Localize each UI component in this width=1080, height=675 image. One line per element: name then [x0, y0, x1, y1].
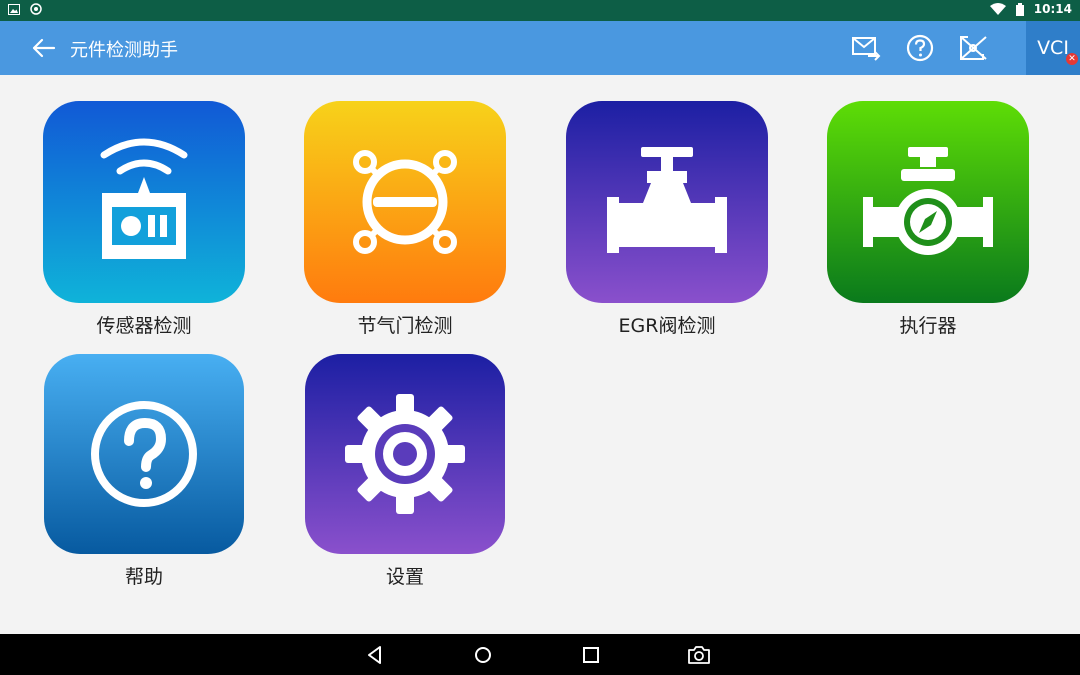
- tile-egr-valve[interactable]: EGR阀检测: [566, 101, 768, 338]
- tile-help[interactable]: 帮助: [43, 354, 245, 589]
- tile-throttle[interactable]: 节气门检测: [304, 101, 506, 338]
- help-icon: [44, 354, 244, 554]
- status-bar: 10:14: [0, 0, 1080, 21]
- page-title: 元件检测助手: [70, 40, 178, 61]
- back-arrow-icon[interactable]: [28, 33, 58, 63]
- valve-icon: [566, 101, 768, 303]
- nav-home-icon[interactable]: [471, 643, 495, 667]
- screenshot-icon[interactable]: [687, 643, 711, 667]
- tile-grid: 传感器检测 节气门检测 EGR阀检测 执行器 帮助 设置: [0, 75, 1080, 635]
- tile-label: 执行器: [899, 315, 957, 337]
- nav-back-icon[interactable]: [363, 643, 387, 667]
- throttle-icon: [304, 101, 506, 303]
- help-circle-icon[interactable]: [904, 32, 936, 64]
- mail-forward-icon[interactable]: [850, 32, 882, 64]
- tile-label: 传感器检测: [96, 315, 192, 337]
- tile-label: EGR阀检测: [618, 315, 716, 337]
- tile-label: 帮助: [124, 566, 163, 588]
- vci-status-button[interactable]: VCI ✕: [1026, 21, 1080, 75]
- actuator-icon: [827, 101, 1029, 303]
- vci-label: VCI: [1037, 37, 1069, 59]
- wifi-icon: [989, 3, 1006, 15]
- tile-label: 节气门检测: [357, 315, 453, 337]
- vci-disconnected-icon: ✕: [1066, 53, 1078, 65]
- tile-settings[interactable]: 设置: [304, 354, 506, 589]
- tile-actuator[interactable]: 执行器: [827, 101, 1029, 338]
- clock: 10:14: [1033, 2, 1072, 16]
- gallery-icon: [8, 3, 20, 15]
- app-bar: 元件检测助手 VCI ✕: [0, 21, 1080, 75]
- battery-icon: [1015, 2, 1024, 16]
- system-nav-bar: [0, 634, 1080, 675]
- shield-icon: [30, 3, 42, 15]
- sensor-icon: [43, 101, 245, 303]
- tile-label: 设置: [385, 566, 424, 588]
- share-icon[interactable]: [958, 32, 990, 64]
- tile-sensor[interactable]: 传感器检测: [43, 101, 245, 338]
- nav-recents-icon[interactable]: [579, 643, 603, 667]
- gear-icon: [305, 354, 505, 554]
